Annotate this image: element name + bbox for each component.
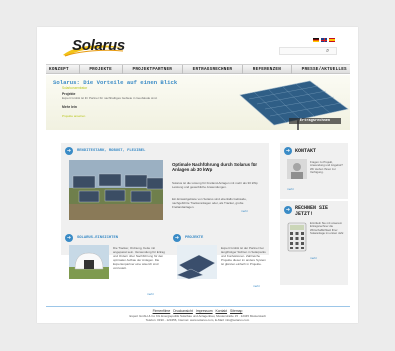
banner-caption: Ertragsrechnen: [289, 118, 341, 124]
calculator-text: Ermitteln Sie mit unserem Ertragsrechner…: [310, 221, 345, 235]
projects-box-text: Expert GmbH ist der Partner bei langfris…: [221, 246, 267, 266]
nav-divider: [78, 65, 80, 74]
footer-links: Firmenfilme Druckansicht Impressum Konta…: [37, 309, 358, 313]
logo[interactable]: Solarus: [59, 36, 129, 58]
language-switcher: [313, 38, 335, 43]
arrow-right-icon: ➜: [173, 234, 181, 242]
feature-title: RENDITESTARK, ROBUST, FLEXIBEL: [77, 149, 146, 153]
feature-text-1: Solarus ist die Lösung für Freiland-Anla…: [172, 181, 258, 189]
footer-link-impressum[interactable]: Impressum: [196, 309, 213, 313]
footer-link-sitemap[interactable]: Sitemap: [230, 309, 242, 313]
banner-subtitle: Solarkonzentrator: [62, 86, 88, 90]
banner-title: Solarus: Die Vorteile auf einen Blick: [53, 79, 178, 86]
nav-item-konzept[interactable]: KONZEPT: [49, 65, 69, 73]
footer-link-kontakt[interactable]: Kontakt: [216, 309, 228, 313]
nav-item-projekte[interactable]: PROJEKTE: [89, 65, 112, 73]
hero-banner: Solarus: Die Vorteile auf einen Blick So…: [46, 75, 350, 130]
contact-title: KONTAKT: [295, 148, 317, 154]
footer-divider: [46, 306, 350, 307]
nav-divider: [181, 65, 183, 74]
partner-photo: [69, 245, 109, 279]
search-icon[interactable]: ⌕: [326, 47, 329, 55]
feature-text-2: Ein Einsatzgebiete von Solarus sind eben…: [172, 197, 247, 209]
calculator-title: RECHNEN SIE JETZT!: [295, 205, 329, 217]
arrow-right-icon: ➜: [284, 147, 292, 155]
banner-item-text: Expert GmbH ist ihr Partner für nachhalt…: [62, 96, 158, 100]
nav-divider: [242, 65, 244, 74]
footer-contact: Telefon: 0190 - 123456, Internet: www.so…: [145, 318, 250, 322]
footer-link-firmenfilme[interactable]: Firmenfilme: [153, 309, 171, 313]
logo-text: Solarus: [72, 37, 125, 54]
page: Solarus ⌕ KONZEPT PROJEKTE PROJEKTPARTNE…: [37, 27, 358, 323]
partner-box-more-link[interactable]: mehr: [147, 292, 154, 296]
nav-item-referenzen[interactable]: REFERENZEN: [253, 65, 281, 73]
feature-heading: Optimale Nachführung durch Solarus für A…: [172, 162, 258, 173]
projects-box-title: PROJEKTE: [185, 236, 204, 240]
arrow-right-icon: ➜: [284, 206, 292, 214]
banner-item-heading: Mehr lein: [62, 105, 77, 109]
projects-box-more-link[interactable]: mehr: [253, 284, 260, 288]
nav-divider: [290, 65, 292, 74]
nav-item-projektpartner[interactable]: PROJEKTPARTNER: [133, 65, 173, 73]
partner-box-title: SOLARUS-EINSICHTEN: [77, 236, 119, 240]
arrow-right-icon: ➜: [65, 234, 73, 242]
feature-more-link[interactable]: mehr: [241, 209, 248, 213]
banner-link[interactable]: Projekte ansehen: [62, 114, 85, 118]
partner-box-text: Die Tracker, Ordnung, Kette mit angepass…: [113, 246, 165, 270]
contact-more-link[interactable]: mehr: [287, 187, 294, 191]
feature-photo: [69, 160, 163, 220]
flag-es-icon[interactable]: [329, 38, 335, 42]
nav-item-ertragsrechner[interactable]: ERTRAGSRECHNER: [193, 65, 233, 73]
calculator-icon: [287, 222, 307, 252]
arrow-right-icon: ➜: [65, 147, 73, 155]
nav-item-presse[interactable]: PRESSE/AKTUELLES: [302, 65, 347, 73]
main-navigation: KONZEPT PROJEKTE PROJEKTPARTNER ERTRAGSR…: [46, 64, 350, 74]
contact-text: Fragen zu Projekt, Anwendung und Angebot…: [310, 160, 343, 174]
flag-de-icon[interactable]: [313, 38, 319, 42]
calculator-more-link[interactable]: mehr: [310, 256, 317, 260]
projects-photo: [177, 245, 217, 279]
nav-divider: [121, 65, 123, 74]
footer-link-druckansicht[interactable]: Druckansicht: [173, 309, 193, 313]
contact-photo: [287, 159, 307, 179]
flag-uk-icon[interactable]: [321, 38, 327, 42]
